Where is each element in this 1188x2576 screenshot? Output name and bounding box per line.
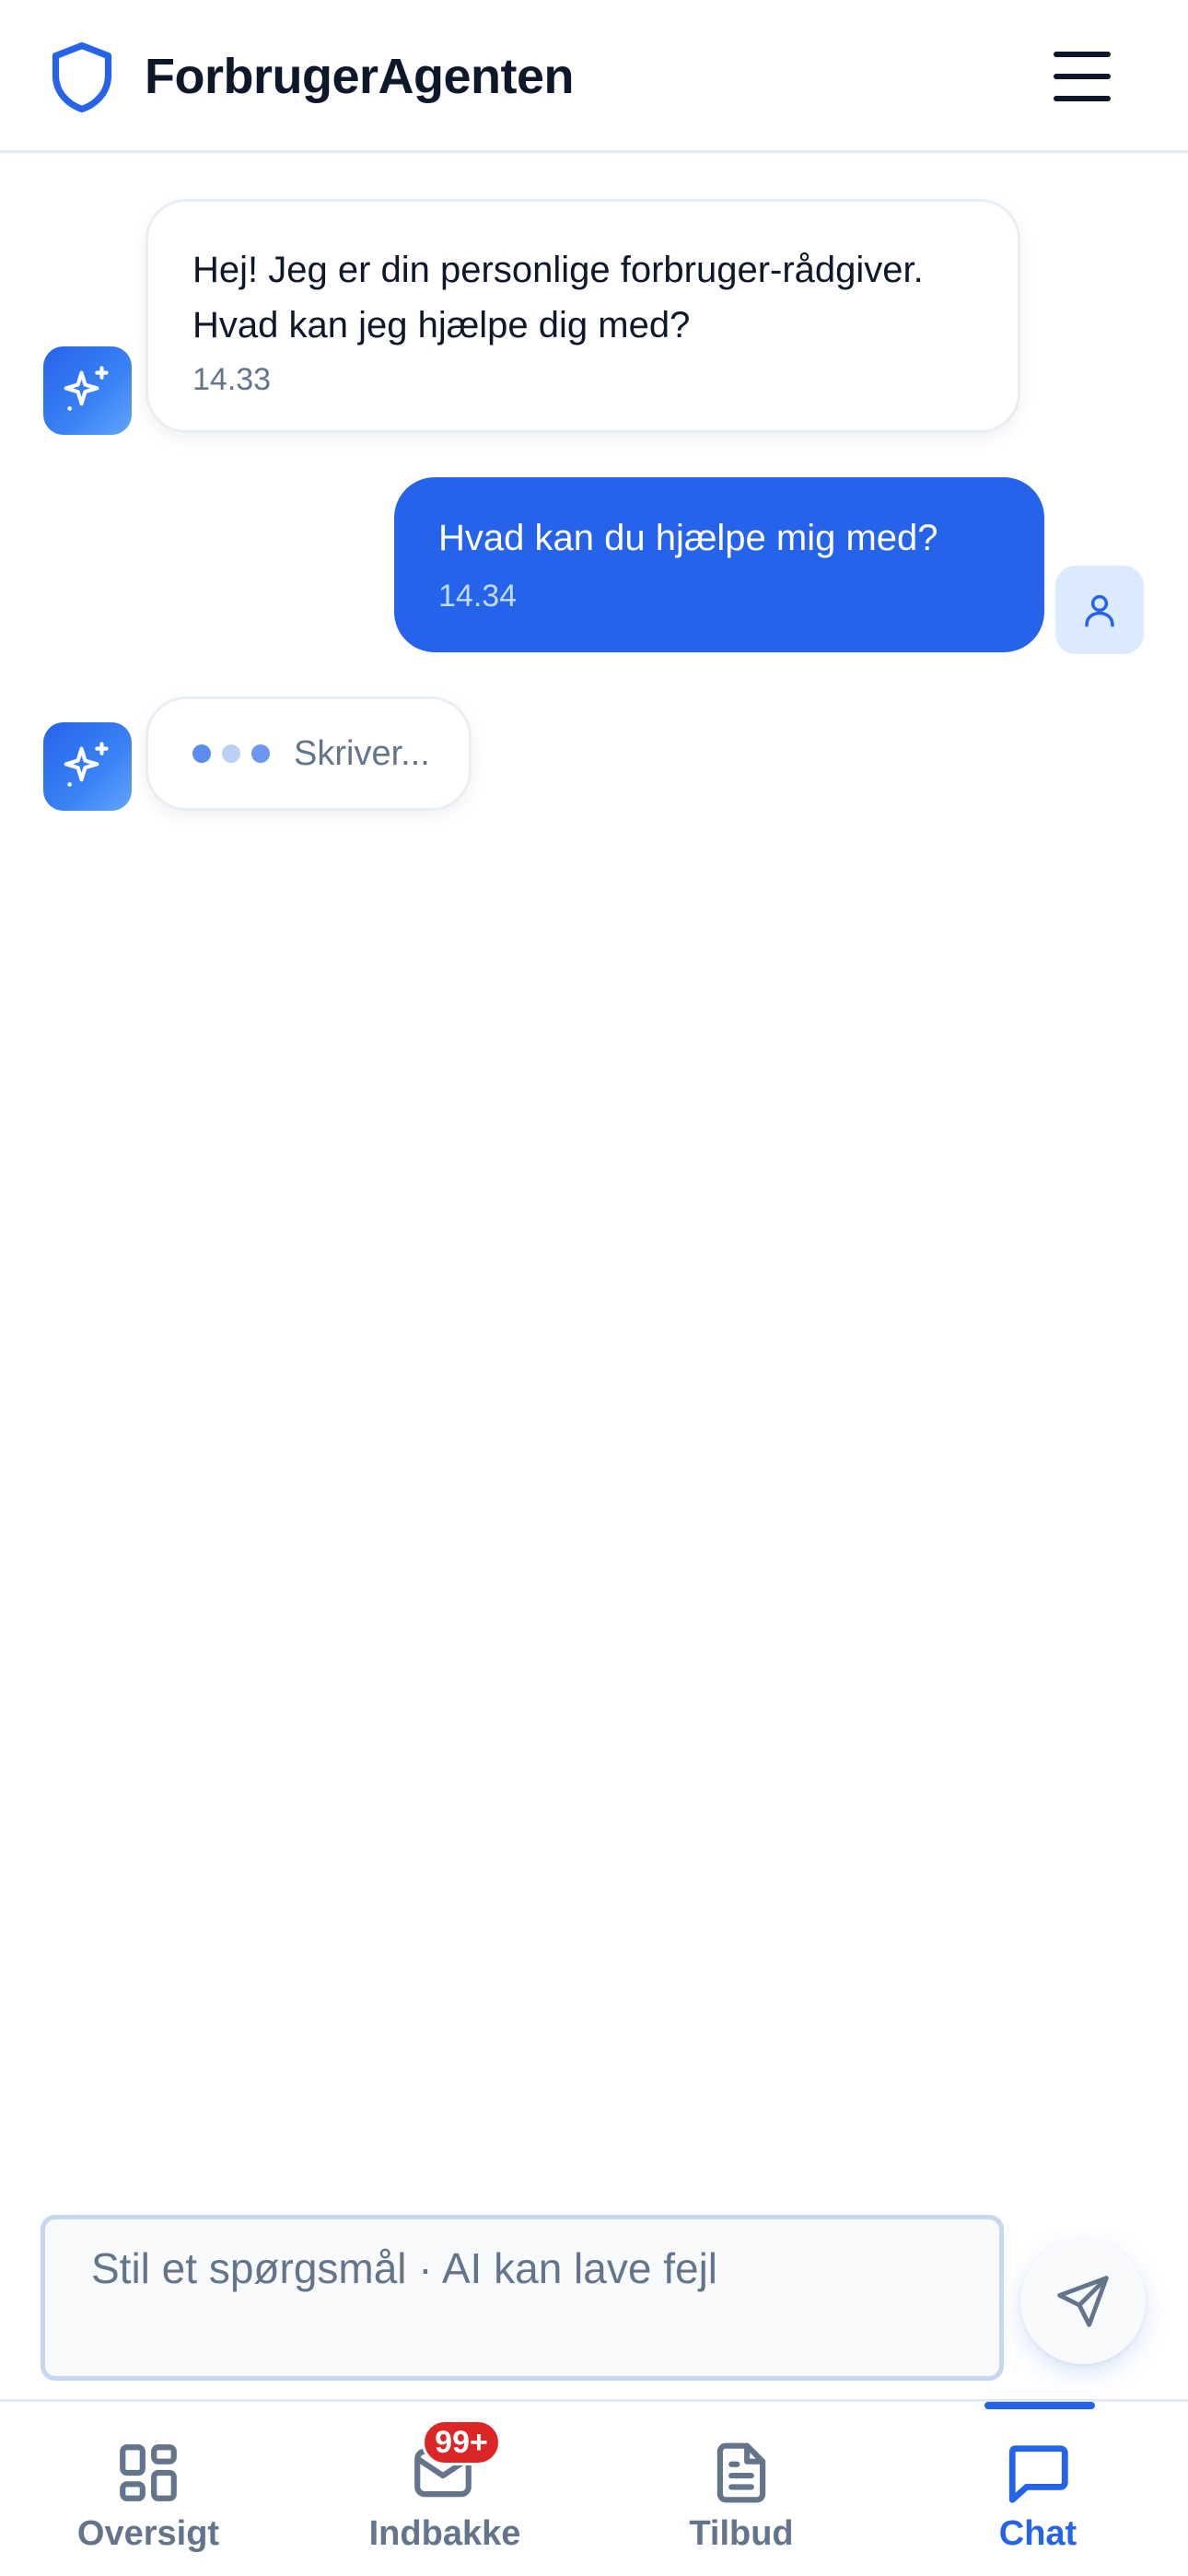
- nav-item-tilbud[interactable]: Tilbud: [593, 2402, 890, 2576]
- assistant-avatar: [43, 722, 132, 811]
- hamburger-menu-icon[interactable]: [1050, 46, 1114, 107]
- user-message-bubble: Hvad kan du hjælpe mig med? 14.34: [394, 477, 1044, 652]
- nav-label: Chat: [998, 2514, 1077, 2553]
- typing-dot: [222, 744, 240, 763]
- nav-label: Tilbud: [689, 2514, 794, 2553]
- inbox-badge: 99+: [422, 2419, 501, 2465]
- nav-item-chat[interactable]: Chat: [890, 2402, 1186, 2576]
- message-text: Hej! Jeg er din personlige forbruger-råd…: [192, 250, 924, 345]
- menu-line: [1054, 52, 1111, 57]
- send-button[interactable]: [1020, 2239, 1146, 2364]
- assistant-avatar: [43, 346, 132, 435]
- typing-dot: [251, 744, 270, 763]
- sparkles-icon: [64, 366, 109, 411]
- shield-icon: [52, 41, 112, 113]
- menu-line: [1054, 74, 1111, 79]
- app-root: ForbrugerAgenten Hej! Jeg er din personl…: [0, 0, 1188, 2576]
- typing-dot: [192, 744, 211, 763]
- user-icon: [1085, 594, 1114, 627]
- nav-item-oversigt[interactable]: Oversigt: [0, 2402, 297, 2576]
- chat-input[interactable]: [41, 2215, 1004, 2381]
- nav-label: Indbakke: [368, 2514, 521, 2553]
- app-title: ForbrugerAgenten: [145, 49, 575, 104]
- typing-label: Skriver...: [294, 733, 430, 773]
- user-avatar: [1055, 566, 1144, 654]
- message-timestamp: 14.34: [438, 579, 518, 614]
- message-timestamp: 14.33: [192, 362, 272, 397]
- chat-bubble-icon: [1008, 2445, 1068, 2503]
- bottom-nav: Oversigt Indbakke Tilbud Chat: [0, 2399, 1188, 2576]
- grid-icon: [120, 2444, 177, 2501]
- document-icon: [716, 2442, 766, 2503]
- app-header: ForbrugerAgenten: [0, 0, 1188, 153]
- menu-line: [1054, 96, 1111, 101]
- assistant-message-bubble: Hej! Jeg er din personlige forbruger-råd…: [146, 199, 1020, 433]
- nav-label: Oversigt: [76, 2514, 220, 2553]
- typing-dots: [192, 744, 270, 763]
- typing-indicator: Skriver...: [146, 697, 472, 811]
- send-icon: [1057, 2276, 1109, 2327]
- sparkles-icon: [64, 742, 109, 787]
- message-text: Hvad kan du hjælpe mig med?: [438, 518, 938, 558]
